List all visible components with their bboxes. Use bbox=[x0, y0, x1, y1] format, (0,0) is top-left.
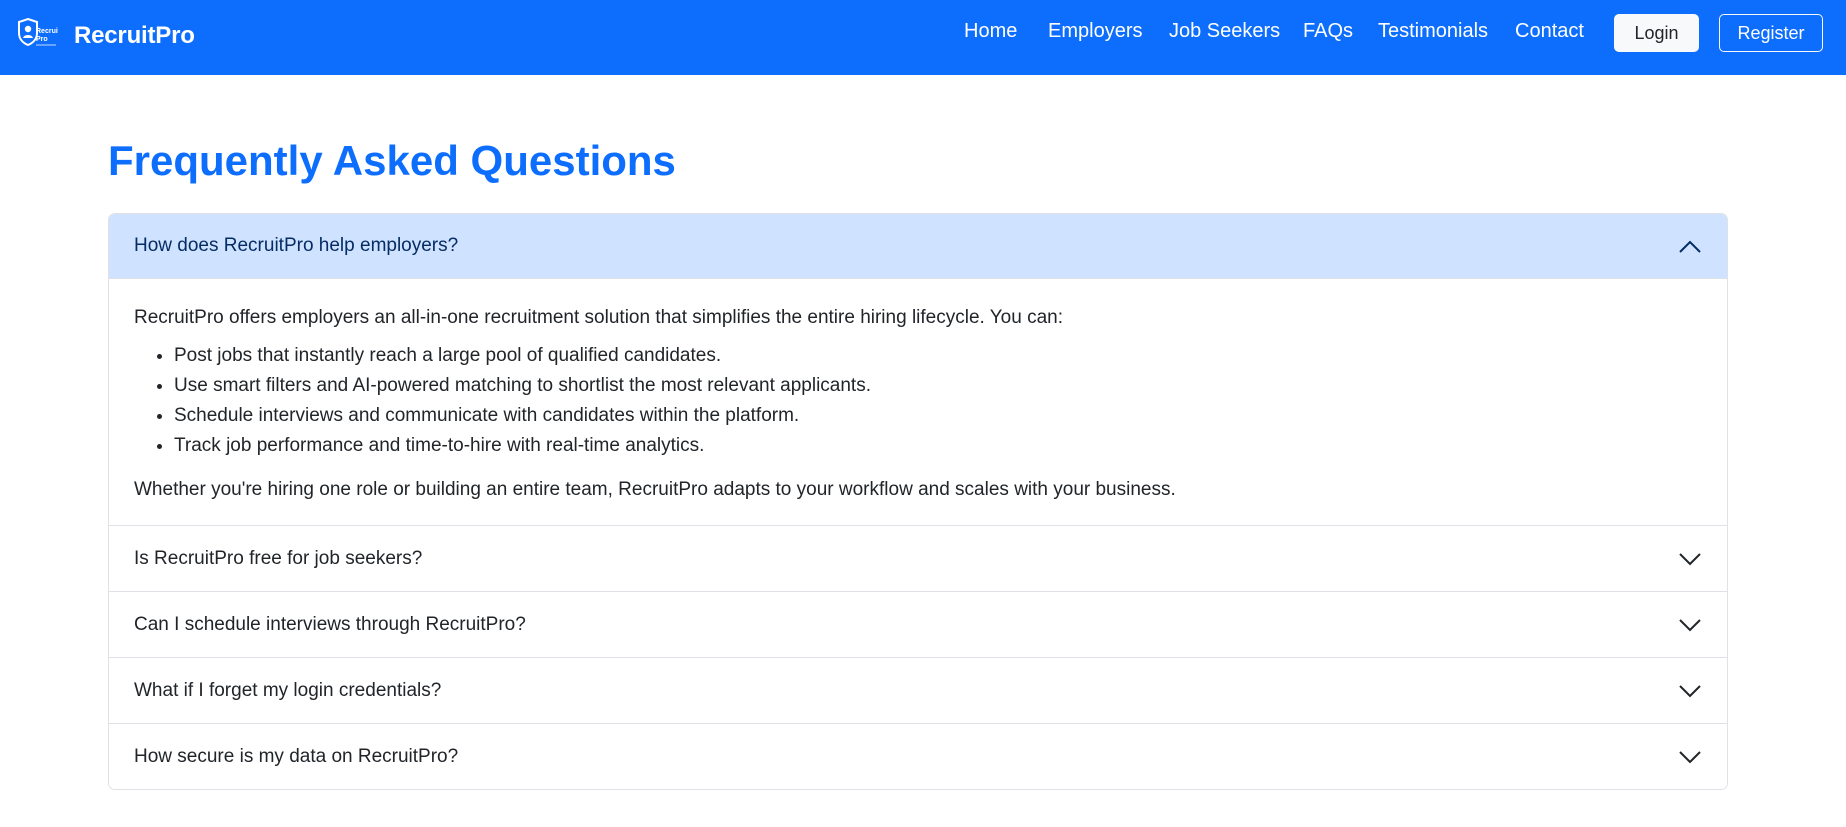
faq-question-button[interactable]: Can I schedule interviews through Recrui… bbox=[109, 592, 1727, 657]
chevron-down-icon bbox=[1679, 685, 1701, 698]
faq-item: What if I forget my login credentials? bbox=[109, 658, 1727, 724]
faq-answer-outro: Whether you're hiring one role or buildi… bbox=[134, 479, 1176, 500]
chevron-up-icon bbox=[1679, 240, 1701, 253]
faq-question-button[interactable]: How does RecruitPro help employers? bbox=[109, 214, 1727, 279]
faq-item: How does RecruitPro help employers? Recr… bbox=[109, 214, 1727, 526]
faq-accordion: How does RecruitPro help employers? Recr… bbox=[108, 213, 1728, 790]
chevron-down-icon bbox=[1679, 553, 1701, 566]
nav-link-contact[interactable]: Contact bbox=[1515, 20, 1584, 43]
register-button[interactable]: Register bbox=[1719, 14, 1823, 52]
brand-link[interactable]: Recruit Pro RecruitPro bbox=[16, 14, 195, 58]
faq-question-text: What if I forget my login credentials? bbox=[134, 679, 442, 701]
faq-question-text: Is RecruitPro free for job seekers? bbox=[134, 547, 423, 569]
faq-question-button[interactable]: What if I forget my login credentials? bbox=[109, 658, 1727, 723]
chevron-down-icon bbox=[1679, 619, 1701, 632]
chevron-down-icon bbox=[1679, 751, 1701, 764]
faq-question-text: Can I schedule interviews through Recrui… bbox=[134, 613, 526, 635]
nav-link-faqs[interactable]: FAQs bbox=[1303, 20, 1353, 43]
nav-link-employers[interactable]: Employers bbox=[1048, 20, 1142, 43]
nav-link-job-seekers[interactable]: Job Seekers bbox=[1169, 20, 1280, 43]
faq-answer-point: Use smart filters and AI-powered matchin… bbox=[174, 371, 1702, 401]
nav-link-home[interactable]: Home bbox=[964, 20, 1017, 43]
faq-answer-intro: RecruitPro offers employers an all-in-on… bbox=[134, 307, 1063, 328]
brand-name: RecruitPro bbox=[74, 22, 195, 49]
faq-question-button[interactable]: How secure is my data on RecruitPro? bbox=[109, 724, 1727, 789]
faq-answer: RecruitPro offers employers an all-in-on… bbox=[109, 279, 1727, 525]
faq-answer-list: Post jobs that instantly reach a large p… bbox=[174, 341, 1702, 461]
faq-question-text: How does RecruitPro help employers? bbox=[134, 235, 459, 256]
svg-text:Pro: Pro bbox=[36, 36, 48, 43]
login-button[interactable]: Login bbox=[1614, 14, 1699, 52]
faq-answer-point: Schedule interviews and communicate with… bbox=[174, 401, 1702, 431]
faq-item: Is RecruitPro free for job seekers? bbox=[109, 526, 1727, 592]
faq-question-button[interactable]: Is RecruitPro free for job seekers? bbox=[109, 526, 1727, 591]
faq-question-text: How secure is my data on RecruitPro? bbox=[134, 745, 459, 767]
faq-answer-point: Track job performance and time-to-hire w… bbox=[174, 431, 1702, 461]
faq-answer-point: Post jobs that instantly reach a large p… bbox=[174, 341, 1702, 371]
nav-link-testimonials[interactable]: Testimonials bbox=[1378, 20, 1488, 43]
page-title: Frequently Asked Questions bbox=[108, 137, 676, 184]
top-navbar: Recruit Pro RecruitPro Home Employers Jo… bbox=[0, 0, 1846, 75]
faq-item: Can I schedule interviews through Recrui… bbox=[109, 592, 1727, 658]
svg-text:Recruit: Recruit bbox=[36, 28, 58, 35]
recruitpro-logo: Recruit Pro bbox=[18, 17, 58, 47]
faq-item: How secure is my data on RecruitPro? bbox=[109, 724, 1727, 789]
